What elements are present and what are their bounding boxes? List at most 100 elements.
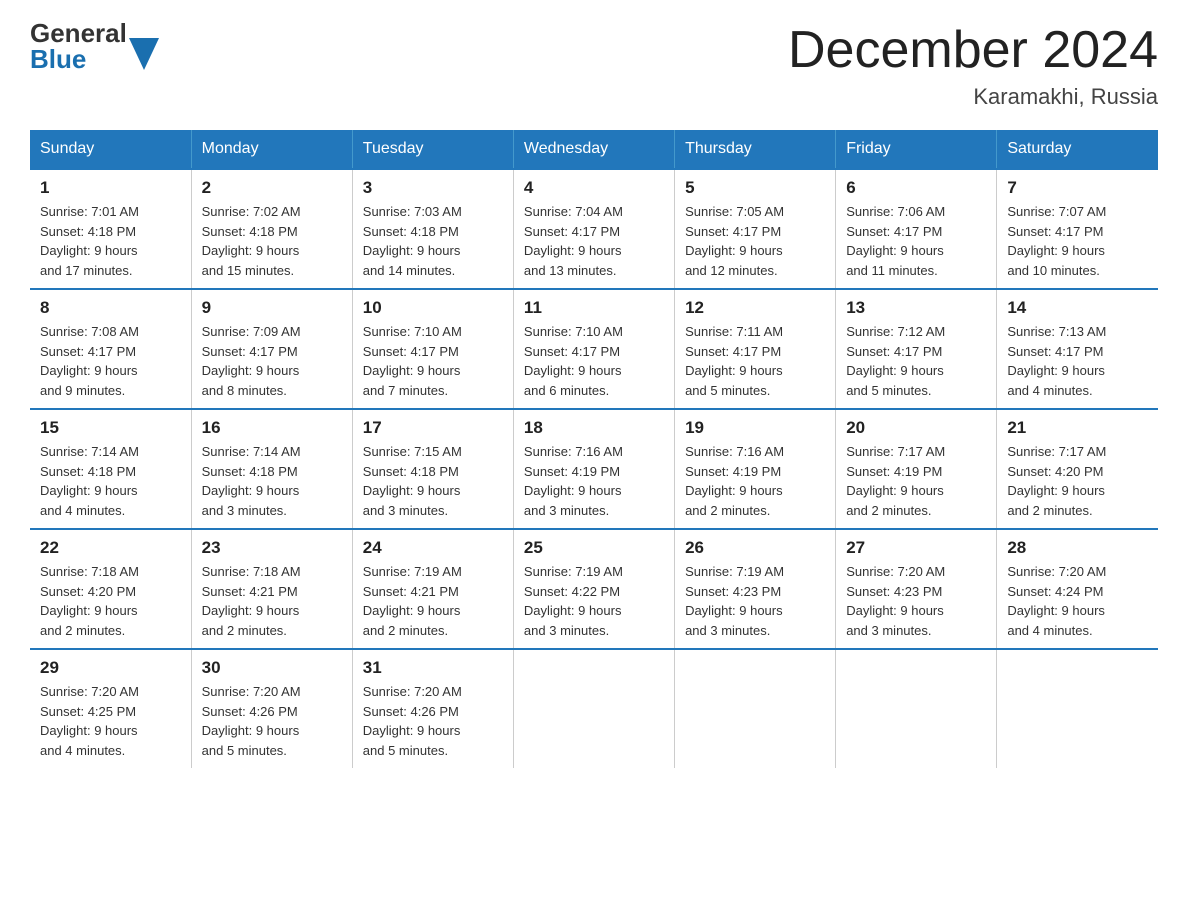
day-info: Sunrise: 7:08 AMSunset: 4:17 PMDaylight:… [40,322,181,400]
day-header-saturday: Saturday [997,130,1158,169]
day-cell: 28 Sunrise: 7:20 AMSunset: 4:24 PMDayligh… [997,529,1158,649]
day-header-tuesday: Tuesday [352,130,513,169]
day-cell [997,649,1158,768]
day-cell: 11 Sunrise: 7:10 AMSunset: 4:17 PMDayligh… [513,289,674,409]
day-number: 28 [1007,538,1148,558]
day-info: Sunrise: 7:14 AMSunset: 4:18 PMDaylight:… [40,442,181,520]
day-number: 9 [202,298,342,318]
day-cell: 23Sunrise: 7:18 AMSunset: 4:21 PMDayligh… [191,529,352,649]
day-number: 12 [685,298,825,318]
day-number: 19 [685,418,825,438]
day-info: Sunrise: 7:03 AMSunset: 4:18 PMDaylight:… [363,202,503,280]
day-info: Sunrise: 7:14 AMSunset: 4:18 PMDaylight:… [202,442,342,520]
week-row-3: 15 Sunrise: 7:14 AMSunset: 4:18 PMDayligh… [30,409,1158,529]
day-number: 7 [1007,178,1148,198]
day-number: 14 [1007,298,1148,318]
day-number: 23 [202,538,342,558]
calendar-table: SundayMondayTuesdayWednesdayThursdayFrid… [30,130,1158,768]
day-number: 4 [524,178,664,198]
day-info: Sunrise: 7:19 AMSunset: 4:21 PMDaylight:… [363,562,503,640]
day-info: Sunrise: 7:17 AMSunset: 4:20 PMDaylight:… [1007,442,1148,520]
day-cell: 7Sunrise: 7:07 AMSunset: 4:17 PMDaylight… [997,169,1158,289]
day-cell: 14 Sunrise: 7:13 AMSunset: 4:17 PMDayligh… [997,289,1158,409]
day-cell: 26 Sunrise: 7:19 AMSunset: 4:23 PMDayligh… [675,529,836,649]
logo-name: General Blue [30,20,127,72]
day-number: 16 [202,418,342,438]
day-cell: 20 Sunrise: 7:17 AMSunset: 4:19 PMDayligh… [836,409,997,529]
day-cell: 30 Sunrise: 7:20 AMSunset: 4:26 PMDayligh… [191,649,352,768]
day-header-friday: Friday [836,130,997,169]
day-cell: 22Sunrise: 7:18 AMSunset: 4:20 PMDayligh… [30,529,191,649]
day-cell: 4Sunrise: 7:04 AMSunset: 4:17 PMDaylight… [513,169,674,289]
day-cell: 9 Sunrise: 7:09 AMSunset: 4:17 PMDaylight… [191,289,352,409]
day-number: 18 [524,418,664,438]
day-header-wednesday: Wednesday [513,130,674,169]
day-info: Sunrise: 7:05 AMSunset: 4:17 PMDaylight:… [685,202,825,280]
day-info: Sunrise: 7:16 AMSunset: 4:19 PMDaylight:… [685,442,825,520]
day-cell: 8 Sunrise: 7:08 AMSunset: 4:17 PMDaylight… [30,289,191,409]
title-block: December 2024 Karamakhi, Russia [788,20,1158,110]
day-info: Sunrise: 7:01 AMSunset: 4:18 PMDaylight:… [40,202,181,280]
week-row-5: 29 Sunrise: 7:20 AMSunset: 4:25 PMDayligh… [30,649,1158,768]
day-header-sunday: Sunday [30,130,191,169]
day-info: Sunrise: 7:20 AMSunset: 4:26 PMDaylight:… [363,682,503,760]
day-number: 24 [363,538,503,558]
day-cell: 31 Sunrise: 7:20 AMSunset: 4:26 PMDayligh… [352,649,513,768]
day-info: Sunrise: 7:18 AMSunset: 4:20 PMDaylight:… [40,562,181,640]
day-number: 27 [846,538,986,558]
day-number: 6 [846,178,986,198]
day-cell: 6Sunrise: 7:06 AMSunset: 4:17 PMDaylight… [836,169,997,289]
day-cell [513,649,674,768]
day-info: Sunrise: 7:13 AMSunset: 4:17 PMDaylight:… [1007,322,1148,400]
day-cell: 13 Sunrise: 7:12 AMSunset: 4:17 PMDayligh… [836,289,997,409]
day-cell: 15 Sunrise: 7:14 AMSunset: 4:18 PMDayligh… [30,409,191,529]
day-number: 25 [524,538,664,558]
logo-triangle-icon [129,38,159,70]
day-number: 1 [40,178,181,198]
day-info: Sunrise: 7:20 AMSunset: 4:25 PMDaylight:… [40,682,181,760]
day-cell: 19 Sunrise: 7:16 AMSunset: 4:19 PMDayligh… [675,409,836,529]
day-info: Sunrise: 7:12 AMSunset: 4:17 PMDaylight:… [846,322,986,400]
day-number: 30 [202,658,342,678]
day-number: 8 [40,298,181,318]
day-info: Sunrise: 7:10 AMSunset: 4:17 PMDaylight:… [363,322,503,400]
day-info: Sunrise: 7:20 AMSunset: 4:26 PMDaylight:… [202,682,342,760]
day-info: Sunrise: 7:19 AMSunset: 4:23 PMDaylight:… [685,562,825,640]
page-subtitle: Karamakhi, Russia [788,84,1158,110]
day-number: 20 [846,418,986,438]
day-number: 17 [363,418,503,438]
day-number: 31 [363,658,503,678]
day-cell: 10Sunrise: 7:10 AMSunset: 4:17 PMDayligh… [352,289,513,409]
day-info: Sunrise: 7:20 AMSunset: 4:24 PMDaylight:… [1007,562,1148,640]
day-cell: 18 Sunrise: 7:16 AMSunset: 4:19 PMDayligh… [513,409,674,529]
day-number: 29 [40,658,181,678]
day-info: Sunrise: 7:10 AMSunset: 4:17 PMDaylight:… [524,322,664,400]
day-info: Sunrise: 7:02 AMSunset: 4:18 PMDaylight:… [202,202,342,280]
day-header-monday: Monday [191,130,352,169]
day-cell: 25 Sunrise: 7:19 AMSunset: 4:22 PMDayligh… [513,529,674,649]
logo-blue-text: Blue [30,46,127,72]
day-info: Sunrise: 7:11 AMSunset: 4:17 PMDaylight:… [685,322,825,400]
day-cell: 24 Sunrise: 7:19 AMSunset: 4:21 PMDayligh… [352,529,513,649]
week-row-1: 1 Sunrise: 7:01 AMSunset: 4:18 PMDaylight… [30,169,1158,289]
day-number: 15 [40,418,181,438]
day-cell: 2Sunrise: 7:02 AMSunset: 4:18 PMDaylight… [191,169,352,289]
day-number: 11 [524,298,664,318]
calendar-body: 1 Sunrise: 7:01 AMSunset: 4:18 PMDaylight… [30,169,1158,768]
day-info: Sunrise: 7:19 AMSunset: 4:22 PMDaylight:… [524,562,664,640]
day-number: 13 [846,298,986,318]
day-cell: 1 Sunrise: 7:01 AMSunset: 4:18 PMDaylight… [30,169,191,289]
day-number: 21 [1007,418,1148,438]
day-info: Sunrise: 7:20 AMSunset: 4:23 PMDaylight:… [846,562,986,640]
day-number: 3 [363,178,503,198]
logo-general-text: General [30,20,127,46]
day-cell: 21 Sunrise: 7:17 AMSunset: 4:20 PMDayligh… [997,409,1158,529]
day-cell: 27 Sunrise: 7:20 AMSunset: 4:23 PMDayligh… [836,529,997,649]
day-info: Sunrise: 7:09 AMSunset: 4:17 PMDaylight:… [202,322,342,400]
day-cell: 3 Sunrise: 7:03 AMSunset: 4:18 PMDaylight… [352,169,513,289]
day-number: 26 [685,538,825,558]
page-title: December 2024 [788,20,1158,80]
day-info: Sunrise: 7:16 AMSunset: 4:19 PMDaylight:… [524,442,664,520]
day-info: Sunrise: 7:17 AMSunset: 4:19 PMDaylight:… [846,442,986,520]
day-cell: 16 Sunrise: 7:14 AMSunset: 4:18 PMDayligh… [191,409,352,529]
